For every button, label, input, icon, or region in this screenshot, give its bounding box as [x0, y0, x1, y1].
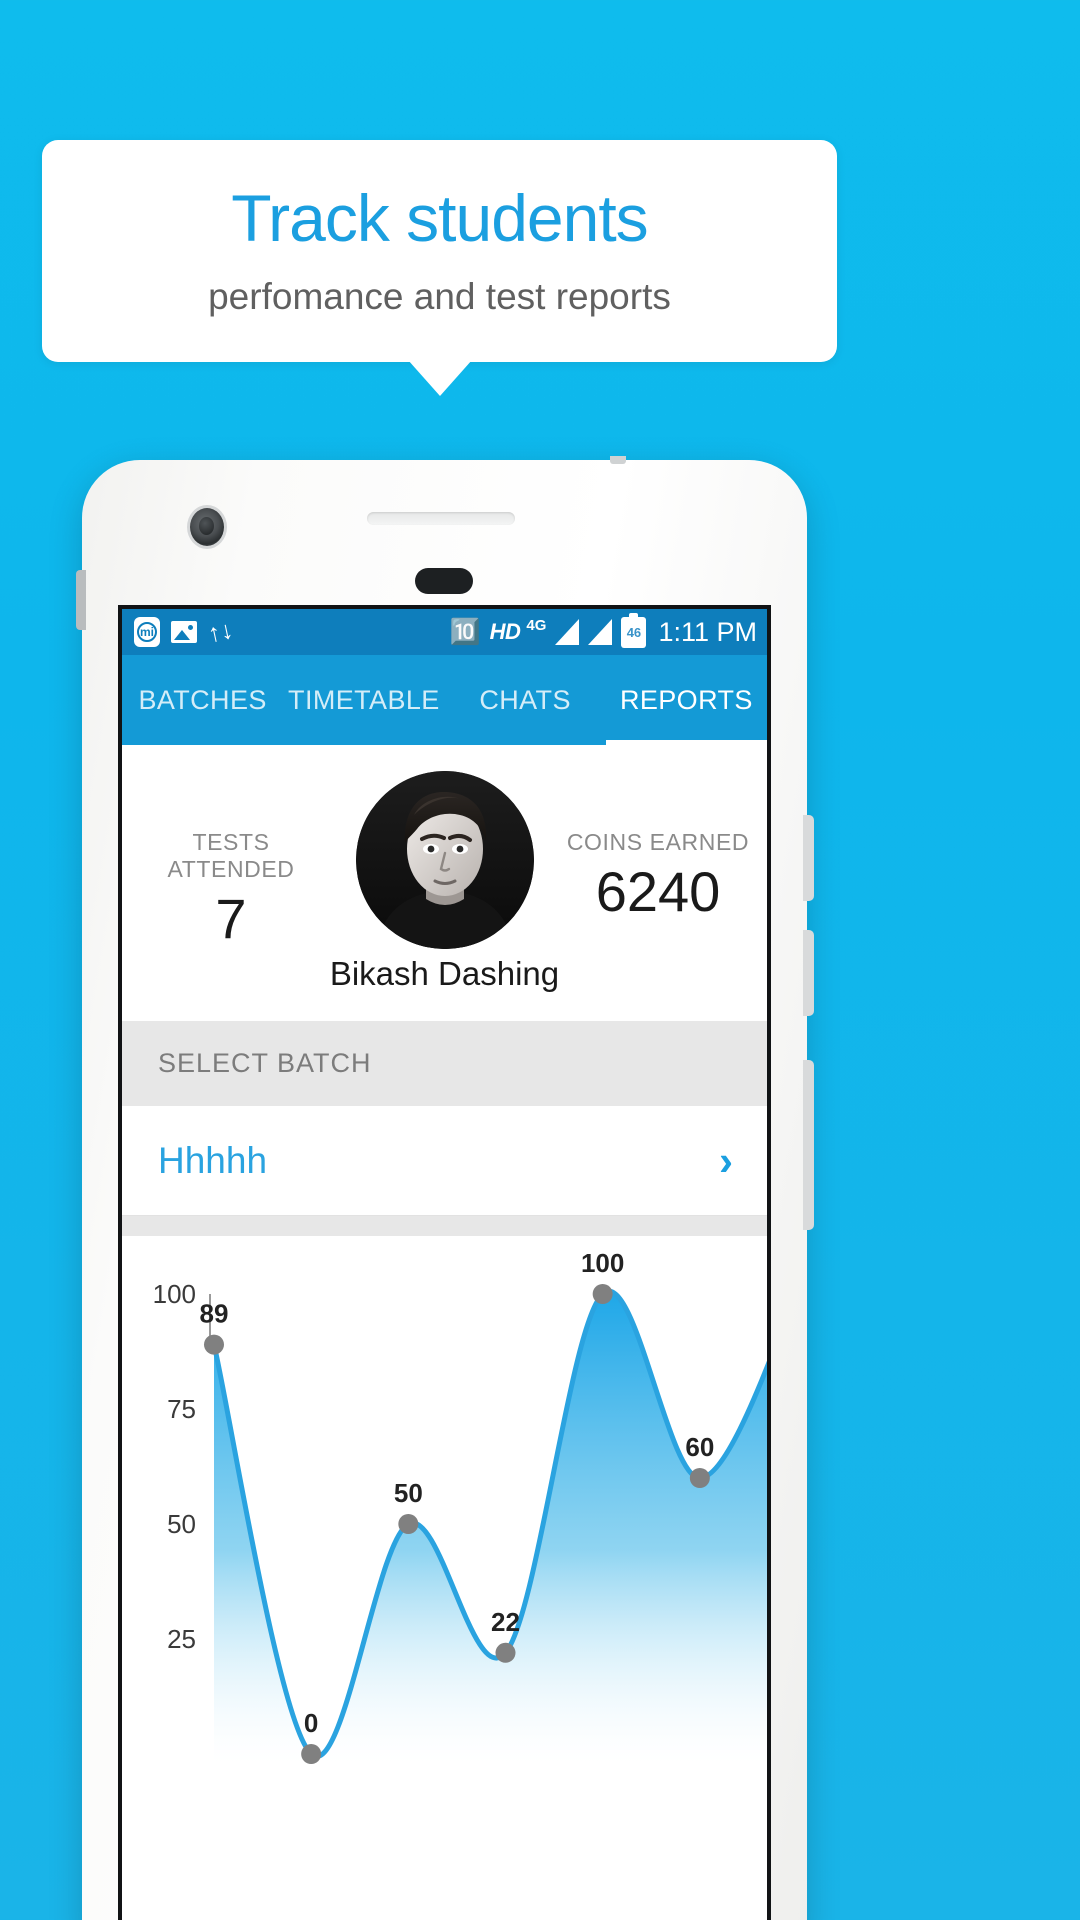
photo-icon: [171, 621, 197, 643]
chart-data-point[interactable]: [398, 1514, 419, 1534]
coins-earned-label: COINS EARNED: [566, 829, 750, 855]
front-camera-icon: [190, 508, 224, 546]
chart-point-label: 0: [304, 1708, 318, 1738]
chart-point-label: 89: [200, 1299, 229, 1329]
status-bar-right-icons: 🔟 HD 4G 46 1:11 PM: [449, 612, 757, 648]
select-batch-header: SELECT BATCH: [122, 1021, 767, 1106]
chart-y-tick-label: 50: [167, 1509, 196, 1539]
performance-chart: 25 50 75 100 89 0 50 22 100 60 100: [122, 1236, 767, 1764]
student-name: Bikash Dashing: [329, 955, 560, 992]
chart-point-label: 100: [581, 1248, 624, 1278]
phone-left-button: [76, 570, 86, 630]
tab-chats[interactable]: CHATS: [445, 685, 606, 716]
performance-chart-svg: 25 50 75 100 89 0 50 22 100 60 100: [153, 1248, 767, 1764]
chart-point-label: 22: [491, 1607, 520, 1637]
chart-y-axis-ticks: 25 50 75 100: [153, 1279, 211, 1654]
chart-y-tick-label: 25: [167, 1624, 196, 1654]
chart-area-fill: [214, 1291, 767, 1764]
chart-data-point[interactable]: [204, 1334, 224, 1355]
coins-earned-stat: COINS EARNED 6240: [563, 767, 753, 920]
tests-attended-value: 7: [215, 887, 247, 950]
network-type-label: 4G: [526, 616, 547, 634]
bluetooth-icon: 🔟: [449, 617, 481, 646]
phone-volume-down-button: [803, 930, 814, 1016]
chart-data-point[interactable]: [689, 1468, 710, 1488]
avatar-image: [355, 771, 534, 949]
chart-point-label: 60: [685, 1432, 714, 1462]
status-bar: mi ↑↓ 🔟 HD 4G 46 1:11 PM: [122, 609, 767, 655]
profile-stats-row: TESTS ATTENDED 7 COINS EARNED 6240: [122, 767, 767, 949]
banner-pointer: [408, 360, 472, 396]
phone-screen: mi ↑↓ 🔟 HD 4G 46 1:11 PM BATCHES TIMETAB…: [118, 605, 771, 1920]
tests-attended-label: TESTS ATTENDED: [167, 829, 295, 882]
profile-summary-card: TESTS ATTENDED 7 COINS EARNED 6240 Bikas…: [122, 745, 767, 1021]
tab-timetable[interactable]: TIMETABLE: [283, 685, 444, 716]
phone-volume-up-button: [803, 815, 814, 901]
sync-disabled-icon: ↑↓: [205, 615, 236, 648]
avatar: [355, 771, 534, 949]
chart-data-point[interactable]: [495, 1642, 516, 1663]
signal-strength-icon-2: [588, 619, 613, 645]
earpiece-speaker: [367, 512, 515, 525]
hd-voice-icon: HD: [489, 619, 521, 644]
phone-power-button: [803, 1060, 814, 1230]
phone-mockup: mi ↑↓ 🔟 HD 4G 46 1:11 PM BATCHES TIMETAB…: [76, 456, 814, 1920]
chevron-right-icon[interactable]: ›: [719, 1139, 733, 1182]
selected-batch-label: Hhhhh: [158, 1139, 268, 1181]
mi-account-label: mi: [137, 622, 157, 642]
sensor-strip: [415, 568, 473, 594]
battery-icon: 46: [621, 612, 647, 648]
chart-y-tick-label: 75: [167, 1394, 196, 1424]
mi-account-icon: mi: [134, 617, 160, 647]
batch-selector-row[interactable]: Hhhhh ›: [122, 1106, 767, 1216]
coins-earned-value: 6240: [595, 860, 721, 923]
banner-title: Track students: [231, 181, 648, 256]
phone-top-notch: [610, 456, 626, 464]
battery-level-label: 46: [626, 624, 642, 640]
signal-strength-icon-1: [555, 619, 580, 645]
tab-batches[interactable]: BATCHES: [122, 685, 283, 716]
tab-reports[interactable]: REPORTS: [606, 685, 767, 716]
tests-attended-stat: TESTS ATTENDED 7: [136, 767, 326, 947]
chart-point-label: 50: [394, 1478, 423, 1508]
status-bar-left-icons: mi ↑↓: [134, 615, 236, 648]
chart-y-tick-label: 100: [153, 1279, 196, 1309]
chart-data-point[interactable]: [301, 1744, 322, 1764]
chart-data-point[interactable]: [592, 1284, 613, 1304]
tab-bar: BATCHES TIMETABLE CHATS REPORTS: [122, 655, 767, 745]
headline-banner: Track students perfomance and test repor…: [42, 140, 837, 362]
section-divider: [122, 1216, 767, 1236]
banner-subtitle: perfomance and test reports: [208, 275, 671, 317]
status-bar-clock: 1:11 PM: [658, 616, 757, 647]
